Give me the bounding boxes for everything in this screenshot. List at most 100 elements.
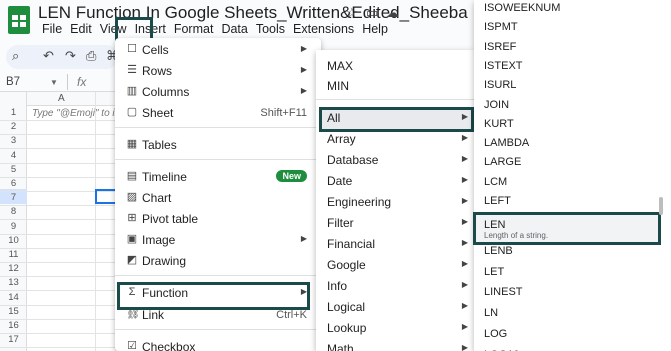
row-header-7[interactable]: 7 (0, 192, 27, 203)
insert-rows-item[interactable]: ☰ Rows ▶ (115, 62, 321, 82)
function-item[interactable]: ISPMT (474, 18, 654, 38)
insert-drawing-item[interactable]: ◩ Drawing (115, 252, 321, 272)
category-google-item[interactable]: Google ▶ (316, 256, 474, 276)
menu-separator (115, 127, 321, 128)
row-header-15[interactable]: 15 (0, 306, 27, 317)
function-max-item[interactable]: MAX (316, 57, 474, 77)
sheets-logo-icon[interactable] (8, 6, 30, 34)
function-min-item[interactable]: MIN (316, 77, 474, 97)
submenu-arrow-icon: ▶ (300, 44, 307, 53)
insert-timeline-item[interactable]: ▤ Timeline New (115, 168, 321, 188)
function-item[interactable]: LCM (474, 173, 654, 193)
menu-format[interactable]: Format (170, 22, 218, 38)
cells-icon: ☐ (127, 43, 137, 55)
name-box[interactable]: B7 (6, 76, 20, 88)
insert-columns-item[interactable]: ▥ Columns ▶ (115, 83, 321, 103)
category-lookup-item[interactable]: Lookup ▶ (316, 319, 474, 339)
move-folder-icon[interactable]: ▭ (366, 5, 378, 21)
insert-sheet-item[interactable]: ▢ Sheet Shift+F11 (115, 104, 321, 124)
submenu-arrow-icon: ▶ (461, 238, 468, 247)
function-item[interactable]: ISTEXT (474, 57, 654, 77)
document-title[interactable]: LEN Function In Google Sheets_Written&Ed… (38, 3, 468, 23)
row-header-14[interactable]: 14 (0, 292, 27, 303)
function-item[interactable]: ISREF (474, 38, 654, 58)
drawing-icon: ◩ (126, 254, 138, 266)
len-label: LEN (484, 219, 506, 231)
menu-file[interactable]: File (38, 22, 66, 38)
insert-checkbox-item[interactable]: ☑ Checkbox (115, 338, 321, 351)
function-item[interactable]: LINEST (474, 283, 654, 303)
category-financial-item[interactable]: Financial ▶ (316, 235, 474, 255)
submenu-arrow-icon: ▶ (461, 154, 468, 163)
menu-help[interactable]: Help (358, 22, 392, 38)
star-icon[interactable]: ☆ (346, 5, 358, 21)
row-header-13[interactable]: 13 (0, 277, 27, 288)
function-item[interactable]: ISOWEEKNUM (474, 0, 654, 19)
category-info-item[interactable]: Info ▶ (316, 277, 474, 297)
new-badge: New (276, 170, 307, 182)
scrollbar-thumb[interactable] (659, 197, 663, 215)
insert-chart-item[interactable]: ▨ Chart (115, 189, 321, 209)
category-filter-item[interactable]: Filter ▶ (316, 214, 474, 234)
function-item[interactable]: KURT (474, 115, 654, 135)
row-header-12[interactable]: 12 (0, 263, 27, 274)
row-header-4[interactable]: 4 (0, 150, 27, 161)
menu-tools[interactable]: Tools (252, 22, 289, 38)
menu-bar: File Edit View Insert Format Data Tools … (38, 22, 392, 38)
row-header-8[interactable]: 8 (0, 206, 27, 217)
category-engineering-item[interactable]: Engineering ▶ (316, 193, 474, 213)
submenu-arrow-icon: ▶ (461, 133, 468, 142)
category-array-item[interactable]: Array ▶ (316, 130, 474, 150)
menu-data[interactable]: Data (217, 22, 251, 38)
row-header-6[interactable]: 6 (0, 178, 27, 189)
row-header-16[interactable]: 16 (0, 320, 27, 331)
insert-tables-item[interactable]: ▦ Tables (115, 136, 321, 156)
row-header-5[interactable]: 5 (0, 164, 27, 175)
function-item[interactable]: LENB (474, 242, 654, 262)
function-item[interactable]: LN (474, 304, 654, 324)
row-header-11[interactable]: 11 (0, 249, 27, 260)
insert-pivot-table-item[interactable]: ⊞ Pivot table (115, 210, 321, 230)
function-item[interactable]: LET (474, 263, 654, 283)
function-item[interactable]: JOIN (474, 96, 654, 116)
menu-extensions[interactable]: Extensions (289, 22, 358, 38)
cloud-status-icon[interactable]: ☁ (386, 5, 399, 21)
function-item[interactable]: LEFT (474, 192, 654, 212)
tables-icon: ▦ (126, 138, 138, 150)
column-a-header[interactable]: A (58, 93, 65, 104)
function-item[interactable]: LAMBDA (474, 134, 654, 154)
submenu-arrow-icon: ▶ (300, 86, 307, 95)
menu-edit[interactable]: Edit (66, 22, 96, 38)
function-item[interactable]: LOG (474, 325, 654, 345)
category-database-item[interactable]: Database ▶ (316, 151, 474, 171)
row-header-17[interactable]: 17 (0, 334, 27, 345)
row-header-2[interactable]: 2 (0, 121, 27, 132)
row-header-1[interactable]: 1 (0, 107, 27, 118)
category-logical-item[interactable]: Logical ▶ (316, 298, 474, 318)
insert-cells-item[interactable]: ☐ Cells ▶ (115, 41, 321, 61)
checkbox-icon: ☑ (127, 340, 137, 351)
redo-icon[interactable]: ↷ (65, 48, 76, 64)
submenu-arrow-icon: ▶ (461, 217, 468, 226)
category-date-item[interactable]: Date ▶ (316, 172, 474, 192)
row-header-10[interactable]: 10 (0, 235, 27, 246)
undo-icon[interactable]: ↶ (43, 48, 54, 64)
function-item[interactable]: LOG10 (474, 346, 654, 351)
print-icon[interactable]: ⎙ (86, 48, 96, 64)
function-item[interactable]: LARGE (474, 153, 654, 173)
row-header-3[interactable]: 3 (0, 135, 27, 146)
chart-icon: ▨ (126, 191, 138, 203)
name-box-chevron-icon[interactable]: ▼ (50, 78, 58, 87)
submenu-arrow-icon: ▶ (461, 280, 468, 289)
len-description: Length of a string. (484, 231, 549, 240)
search-icon[interactable]: ⌕ (12, 48, 19, 64)
row-header-9[interactable]: 9 (0, 221, 27, 232)
category-math-item[interactable]: Math ▶ (316, 340, 474, 351)
submenu-arrow-icon: ▶ (461, 322, 468, 331)
insert-image-item[interactable]: ▣ Image ▶ (115, 231, 321, 251)
column-divider (95, 92, 96, 351)
selected-cell-b7[interactable] (95, 189, 117, 204)
columns-icon: ▥ (126, 85, 138, 97)
function-item[interactable]: ISURL (474, 76, 654, 96)
menu-separator (115, 275, 321, 276)
